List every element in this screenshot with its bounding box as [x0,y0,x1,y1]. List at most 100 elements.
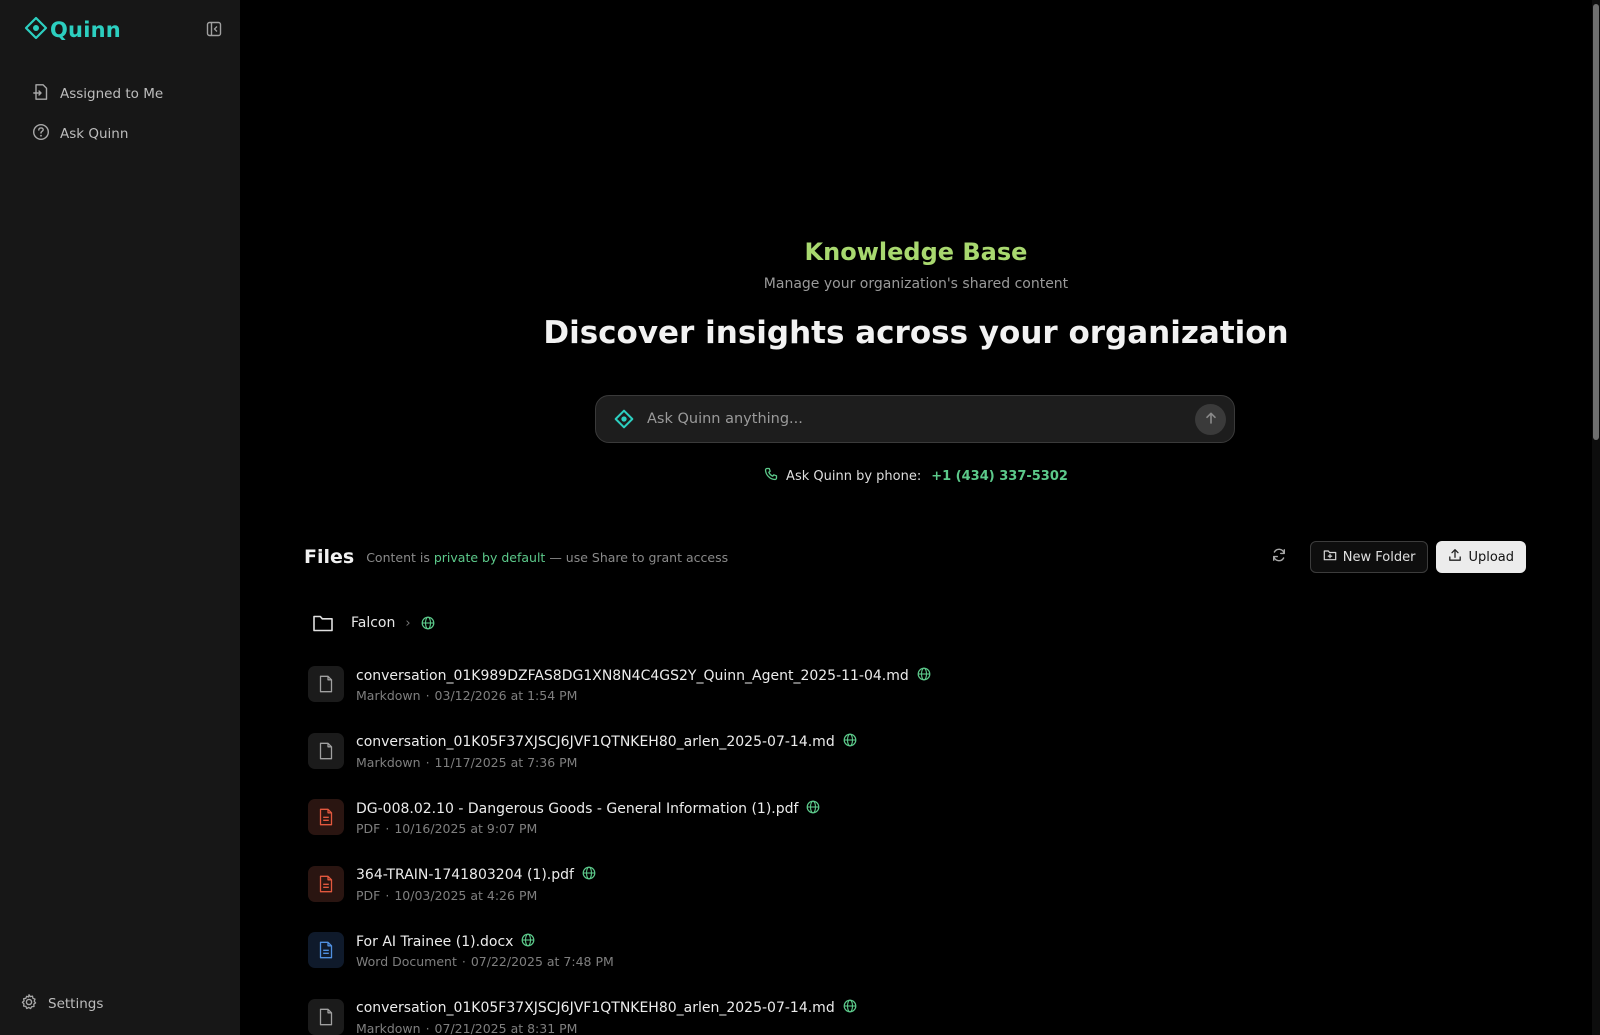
file-row[interactable]: For AI Trainee (1).docx Word Document · 07… [308,932,1508,999]
file-type: Markdown [356,688,421,703]
file-name-line: conversation_01K05F37XJSCJ6JVF1QTNKEH80_… [356,999,857,1018]
file-date: 03/12/2026 at 1:54 PM [434,688,578,703]
sidebar-item-ask-quinn[interactable]: Ask Quinn [20,114,224,154]
quinn-logo-icon [24,16,48,44]
page-subtitle: Manage your organization's shared conten… [763,276,1069,292]
arrow-up-icon [1204,410,1218,429]
folder-plus-icon [1323,548,1337,566]
phone-icon [764,467,778,485]
file-text: For AI Trainee (1).docx Word Document · 07… [356,932,614,969]
meta-separator: · [461,954,466,969]
sidebar-item-label: Assigned to Me [60,86,164,102]
file-type: PDF [356,887,381,903]
meta-separator: · [425,1020,430,1035]
send-button[interactable] [1195,403,1226,435]
file-date: 11/17/2025 at 7:36 PM [434,754,578,770]
files-header: Files Content is private by default — us… [304,540,1526,574]
file-meta: Markdown · 11/17/2025 at 7:36 PM [356,755,857,770]
file-name-line: conversation_01K989DZFAS8DG1XN8N4C4GS2Y_… [356,666,931,685]
page-title: Knowledge Base [804,238,1028,266]
folder-row[interactable]: Falcon › [304,606,435,640]
app-logo[interactable]: Quinn [24,16,121,44]
file-type: Markdown [356,1020,421,1035]
refresh-button[interactable] [1264,542,1294,572]
meta-separator: · [385,887,390,903]
file-row[interactable]: DG-008.02.10 - Dangerous Goods - General… [308,799,1508,866]
app-name: Quinn [50,18,121,42]
phone-label: Ask Quinn by phone: [786,468,922,484]
file-name: conversation_01K989DZFAS8DG1XN8N4C4GS2Y_… [356,667,909,684]
file-type: Markdown [356,754,421,770]
file-text: conversation_01K989DZFAS8DG1XN8N4C4GS2Y_… [356,666,931,703]
globe-icon [521,933,535,951]
ask-quinn-input[interactable] [647,411,1195,427]
chevron-right-icon: › [405,615,411,631]
files-actions: New Folder Upload [1264,541,1526,573]
file-text: DG-008.02.10 - Dangerous Goods - General… [356,799,820,836]
new-folder-label: New Folder [1342,549,1416,565]
file-list: conversation_01K989DZFAS8DG1XN8N4C4GS2Y_… [308,666,1508,1035]
file-row[interactable]: conversation_01K05F37XJSCJ6JVF1QTNKEH80_… [308,998,1508,1035]
quinn-logo-icon [613,408,635,430]
file-text: conversation_01K05F37XJSCJ6JVF1QTNKEH80_… [356,733,857,770]
file-name: 364-TRAIN-1741803204 (1).pdf [356,867,574,883]
file-icon [308,666,344,702]
meta-separator: · [385,821,390,836]
file-name-line: conversation_01K05F37XJSCJ6JVF1QTNKEH80_… [356,733,857,752]
main-scrollbar[interactable] [1592,0,1600,1035]
globe-icon [917,667,931,685]
files-note-accent: private by default [433,549,546,565]
main-content: Knowledge Base Manage your organization'… [240,0,1592,1035]
globe-icon [582,866,596,884]
pdf-file-icon [308,865,344,902]
scrollbar-thumb[interactable] [1593,4,1599,440]
file-date: 10/16/2025 at 9:07 PM [394,821,538,836]
folder-name: Falcon [351,615,396,631]
file-meta: Word Document · 07/22/2025 at 7:48 PM [356,954,614,969]
phone-number-link[interactable]: +1 (434) 337-5302 [931,469,1068,484]
collapse-sidebar-button[interactable] [204,21,224,41]
pdf-file-icon [308,799,344,835]
sidebar-item-assigned-to-me[interactable]: Assigned to Me [20,74,224,114]
file-date: 07/22/2025 at 7:48 PM [470,954,614,969]
hero-headline: Discover insights across your organizati… [543,315,1289,351]
file-row[interactable]: conversation_01K05F37XJSCJ6JVF1QTNKEH80_… [308,732,1508,800]
refresh-icon [1271,547,1287,567]
file-meta: Markdown · 07/21/2025 at 8:31 PM [356,1021,857,1035]
meta-separator: · [425,688,430,703]
sidebar-item-label: Ask Quinn [60,126,129,142]
file-name-line: For AI Trainee (1).docx [356,932,614,951]
globe-icon [843,999,857,1017]
file-icon [308,998,344,1035]
upload-button[interactable]: Upload [1436,541,1526,573]
file-meta: Markdown · 03/12/2026 at 1:54 PM [356,688,931,703]
file-text: 364-TRAIN-1741803204 (1).pdf PDF · 10/03/2… [356,866,596,903]
file-name-line: DG-008.02.10 - Dangerous Goods - General… [356,799,820,818]
file-type: PDF [356,821,381,836]
file-row[interactable]: 364-TRAIN-1741803204 (1).pdf PDF · 10/03/2… [308,865,1508,933]
sidebar-item-settings[interactable]: Settings [20,993,103,1015]
sidebar: Quinn Assigned to Me Ask Quinn Settings [0,0,240,1035]
file-date: 10/03/2025 at 4:26 PM [394,887,538,903]
file-date: 07/21/2025 at 8:31 PM [434,1020,578,1035]
new-folder-button[interactable]: New Folder [1309,541,1429,573]
files-note-prefix: Content is [366,549,430,565]
meta-separator: · [425,754,430,770]
sidebar-nav: Assigned to Me Ask Quinn [20,74,224,154]
file-arrow-icon [32,83,50,105]
file-name-line: 364-TRAIN-1741803204 (1).pdf [356,866,596,885]
word-file-icon [308,932,344,968]
file-type: Word Document [356,954,457,969]
file-row[interactable]: conversation_01K989DZFAS8DG1XN8N4C4GS2Y_… [308,666,1508,733]
globe-icon [421,616,435,630]
file-meta: PDF · 10/16/2025 at 9:07 PM [356,821,820,836]
file-name: For AI Trainee (1).docx [356,933,514,950]
settings-label: Settings [48,996,104,1012]
files-title: Files [304,546,355,568]
file-text: conversation_01K05F37XJSCJ6JVF1QTNKEH80_… [356,999,857,1035]
globe-icon [806,800,820,818]
gear-icon [20,993,38,1015]
files-note-suffix: — use Share to grant access [549,549,729,565]
files-privacy-note: Content is private by default — use Shar… [366,550,728,565]
file-name: conversation_01K05F37XJSCJ6JVF1QTNKEH80_… [356,1000,835,1016]
